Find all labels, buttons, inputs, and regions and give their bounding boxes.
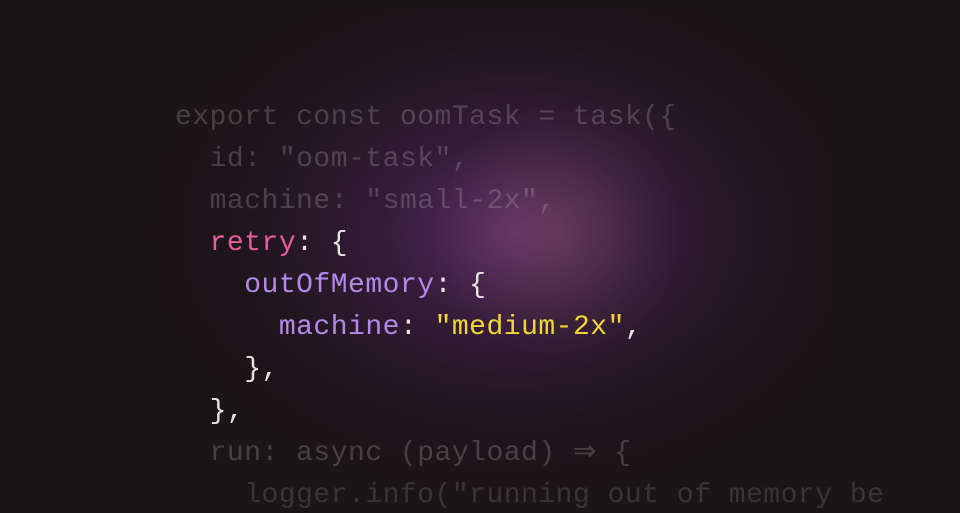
- code-retry-key: retry: [210, 228, 297, 259]
- code-line-6-comma: ,: [625, 312, 642, 343]
- code-line-4-indent: [175, 228, 210, 259]
- code-line-9-b: {: [597, 438, 632, 469]
- code-line-2-comma: ,: [452, 144, 469, 175]
- code-outofmemory-key: outOfMemory: [244, 270, 434, 301]
- code-line-3-key: machine:: [175, 186, 365, 217]
- code-snippet: export const oomTask = task({ id: "oom-t…: [175, 55, 884, 513]
- code-line-2-string: "oom-task": [279, 144, 452, 175]
- code-line-5-indent: [175, 270, 244, 301]
- code-line-4-punct: : {: [296, 228, 348, 259]
- code-line-3-string: "small-2x": [365, 186, 538, 217]
- code-line-10-b: "running out of memory be: [452, 480, 885, 511]
- code-line-1: export const oomTask = task({: [175, 102, 677, 133]
- code-line-9-arrow: ⇒: [573, 438, 597, 469]
- code-line-8: },: [175, 396, 244, 427]
- code-machine-value: "medium-2x": [435, 312, 625, 343]
- code-line-6-colon: :: [400, 312, 435, 343]
- code-line-6-indent: [175, 312, 279, 343]
- code-machine-key: machine: [279, 312, 400, 343]
- code-line-3-comma: ,: [538, 186, 555, 217]
- code-line-2-key: id:: [175, 144, 279, 175]
- code-line-9-a: run: async (payload): [175, 438, 573, 469]
- code-line-10-a: logger.info(: [175, 480, 452, 511]
- code-line-7: },: [175, 354, 279, 385]
- code-line-5-punct: : {: [435, 270, 487, 301]
